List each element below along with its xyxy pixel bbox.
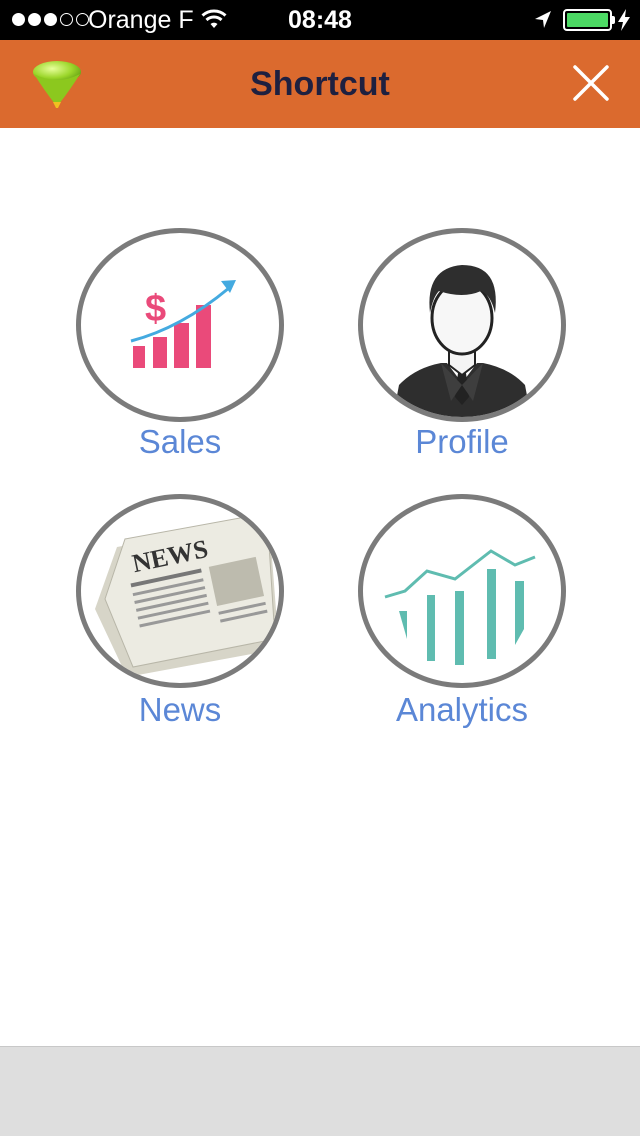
sales-chart-icon: $ [130, 280, 236, 368]
battery-icon [563, 9, 612, 31]
nav-bar: Shortcut [0, 40, 640, 128]
status-bar: Orange F 08:48 [0, 0, 640, 40]
businessman-icon [393, 265, 531, 417]
page-title: Shortcut [250, 65, 390, 103]
svg-text:$: $ [145, 288, 166, 330]
shortcut-label: News [138, 691, 222, 728]
charging-bolt-icon [618, 9, 630, 31]
shortcut-label: Sales [138, 423, 222, 460]
close-icon[interactable] [566, 58, 616, 108]
shortcut-news[interactable]: NEWS News [76, 494, 288, 754]
shortcut-sales[interactable]: $ Sales [76, 228, 288, 488]
shortcut-label: Analytics [395, 691, 529, 728]
bottom-toolbar [0, 1046, 640, 1136]
shortcut-profile[interactable]: Profile [358, 228, 570, 488]
shortcut-label: Profile [415, 423, 509, 460]
analytics-chart-icon [384, 549, 536, 665]
shortcut-analytics[interactable]: Analytics [358, 494, 570, 754]
newspaper-icon: NEWS [95, 512, 279, 677]
location-arrow-icon [535, 11, 551, 28]
